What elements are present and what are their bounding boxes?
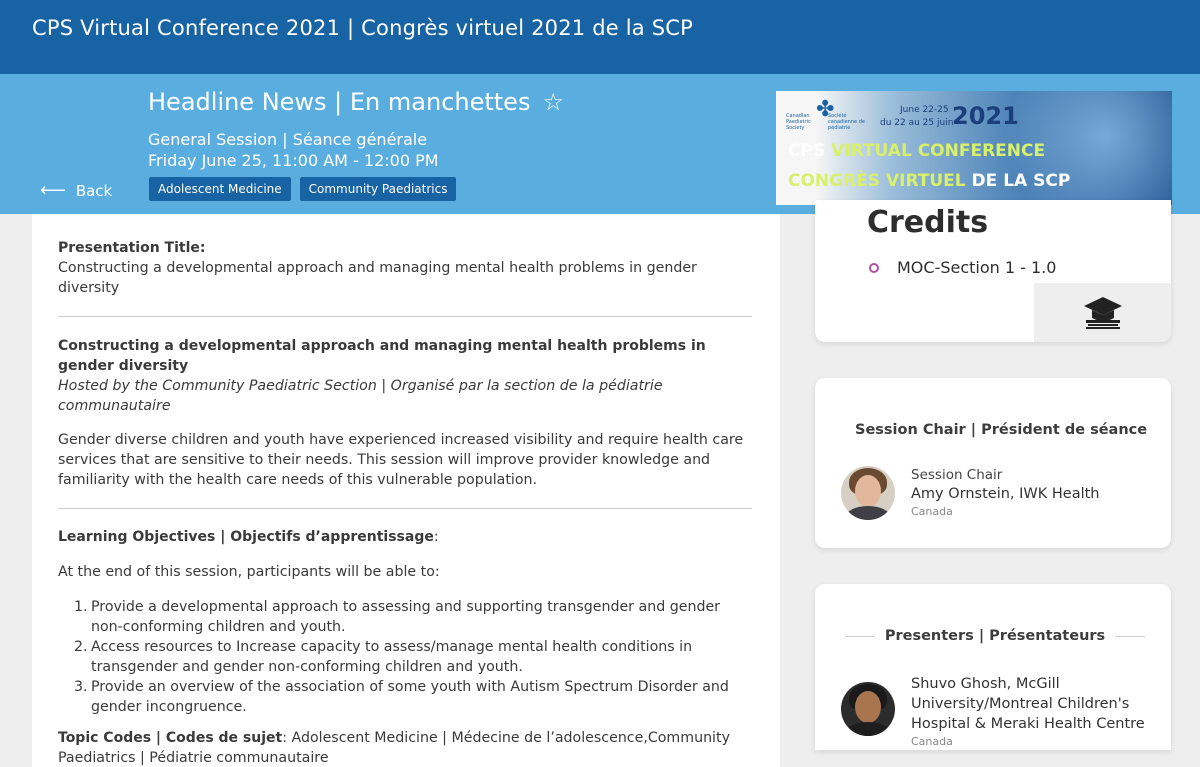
- banner-conference-fr: CONGRÈS VIRTUEL DE LA SCP: [788, 171, 1070, 191]
- favorite-star-icon[interactable]: ☆: [542, 88, 564, 116]
- session-chair-heading-row: Session Chair | Président de séance: [845, 422, 1147, 438]
- objective-text: Provide a developmental approach to asse…: [91, 599, 721, 635]
- graduation-cap-icon: [1084, 297, 1122, 329]
- objectives-label-row: Learning Objectives | Objectifs d’appren…: [58, 529, 439, 545]
- objective-text: Provide an overview of the association o…: [91, 679, 729, 715]
- banner-conf-highlight: VIRTUAL CONFERENCE: [831, 141, 1046, 161]
- banner-year: 2021: [952, 102, 1019, 130]
- cps-logo: ✤ Canadian Paediatric Society Société ca…: [786, 97, 865, 137]
- session-title: Headline News | En manchettes: [148, 88, 531, 116]
- list-item: 3. Provide an overview of the association…: [74, 679, 729, 715]
- chair-name: Amy Ornstein, IWK Health: [911, 486, 1100, 502]
- presenter-name: Shuvo Ghosh, McGill University/Montreal …: [911, 676, 1145, 732]
- app-header: CPS Virtual Conference 2021 | Congrès vi…: [0, 0, 1200, 74]
- list-item: 1. Provide a developmental approach to as…: [74, 599, 721, 635]
- presenter-country: Canada: [911, 735, 953, 748]
- hosted-by: Hosted by the Community Paediatric Secti…: [58, 378, 663, 414]
- list-item: 2. Access resources to Increase capacity …: [74, 639, 693, 675]
- presenter-person[interactable]: Shuvo Ghosh, McGill University/Montreal …: [841, 674, 1151, 750]
- session-details-card: Presentation Title: Constructing a devel…: [32, 214, 780, 767]
- presentation-title: Constructing a developmental approach an…: [58, 260, 697, 296]
- divider: [58, 316, 752, 317]
- topic-codes-label: Topic Codes | Codes de sujet: [58, 730, 283, 746]
- session-heading: Constructing a developmental approach an…: [58, 338, 706, 374]
- presenters-heading-row: Presenters | Présentateurs: [845, 628, 1146, 644]
- conference-banner: ✤ Canadian Paediatric Society Société ca…: [776, 91, 1172, 205]
- presenters-card: Presenters | Présentateurs Shuvo Ghosh, …: [815, 584, 1171, 750]
- objectives-label: Learning Objectives | Objectifs d’appren…: [58, 529, 434, 545]
- certificate-button[interactable]: [1034, 283, 1171, 342]
- divider: [845, 635, 875, 637]
- session-time: Friday June 25, 11:00 AM - 12:00 PM: [148, 151, 439, 170]
- session-chair-card: Session Chair | Président de séance Sess…: [815, 378, 1171, 548]
- banner-conference-en: CPS VIRTUAL CONFERENCE: [788, 141, 1045, 161]
- banner-dates-fr: du 22 au 25 juin: [880, 118, 954, 128]
- banner-congres-highlight: CONGRÈS VIRTUEL: [788, 171, 966, 191]
- objectives-list: 1. Provide a developmental approach to as…: [58, 597, 738, 717]
- credit-label: MOC-Section 1 - 1.0: [897, 258, 1057, 277]
- session-chair-heading: Session Chair | Président de séance: [855, 422, 1148, 438]
- back-arrow-icon: ⟵: [40, 180, 66, 201]
- back-button[interactable]: ⟵ Back: [40, 180, 112, 201]
- objectives-intro: At the end of this session, participants…: [58, 564, 440, 580]
- objective-text: Access resources to Increase capacity to…: [91, 639, 693, 675]
- session-type: General Session | Séance générale: [148, 130, 428, 149]
- divider: [1115, 635, 1146, 637]
- presenters-heading: Presenters | Présentateurs: [884, 628, 1106, 644]
- bullet-icon: [869, 262, 879, 273]
- divider: [58, 508, 752, 509]
- chair-role: Session Chair: [911, 467, 1003, 483]
- banner-dates-en: June 22-25: [900, 105, 949, 115]
- chair-country: Canada: [911, 505, 953, 518]
- tag-community-paediatrics[interactable]: Community Paediatrics: [299, 177, 457, 201]
- avatar: [841, 466, 895, 520]
- credits-title: Credits: [867, 205, 989, 240]
- avatar: [841, 682, 895, 736]
- app-title: CPS Virtual Conference 2021 | Congrès vi…: [32, 16, 693, 40]
- banner-conf-prefix: CPS: [788, 141, 832, 161]
- session-title-row: Headline News | En manchettes ☆: [148, 88, 564, 116]
- topic-codes: Topic Codes | Codes de sujet: Adolescent…: [58, 730, 730, 766]
- presentation-title-label: Presentation Title:: [58, 240, 206, 256]
- session-description: Gender diverse children and youth have e…: [58, 432, 744, 488]
- presenter-info: Shuvo Ghosh, McGill University/Montreal …: [911, 674, 1151, 750]
- topic-tags: Adolescent Medicine Community Paediatric…: [149, 177, 457, 201]
- logo-text-en: Canadian Paediatric Society: [786, 113, 811, 131]
- logo-text-fr: Société canadienne de pédiatrie: [828, 113, 865, 131]
- credit-item: MOC-Section 1 - 1.0: [869, 258, 1056, 277]
- session-chair-person[interactable]: Session Chair Amy Ornstein, IWK Health C…: [841, 466, 1100, 520]
- session-chair-info: Session Chair Amy Ornstein, IWK Health C…: [911, 466, 1100, 520]
- banner-congres-suffix: DE LA SCP: [965, 171, 1071, 191]
- credits-card: Credits MOC-Section 1 - 1.0: [815, 200, 1171, 342]
- back-label: Back: [75, 181, 113, 200]
- tag-adolescent-medicine[interactable]: Adolescent Medicine: [149, 177, 291, 201]
